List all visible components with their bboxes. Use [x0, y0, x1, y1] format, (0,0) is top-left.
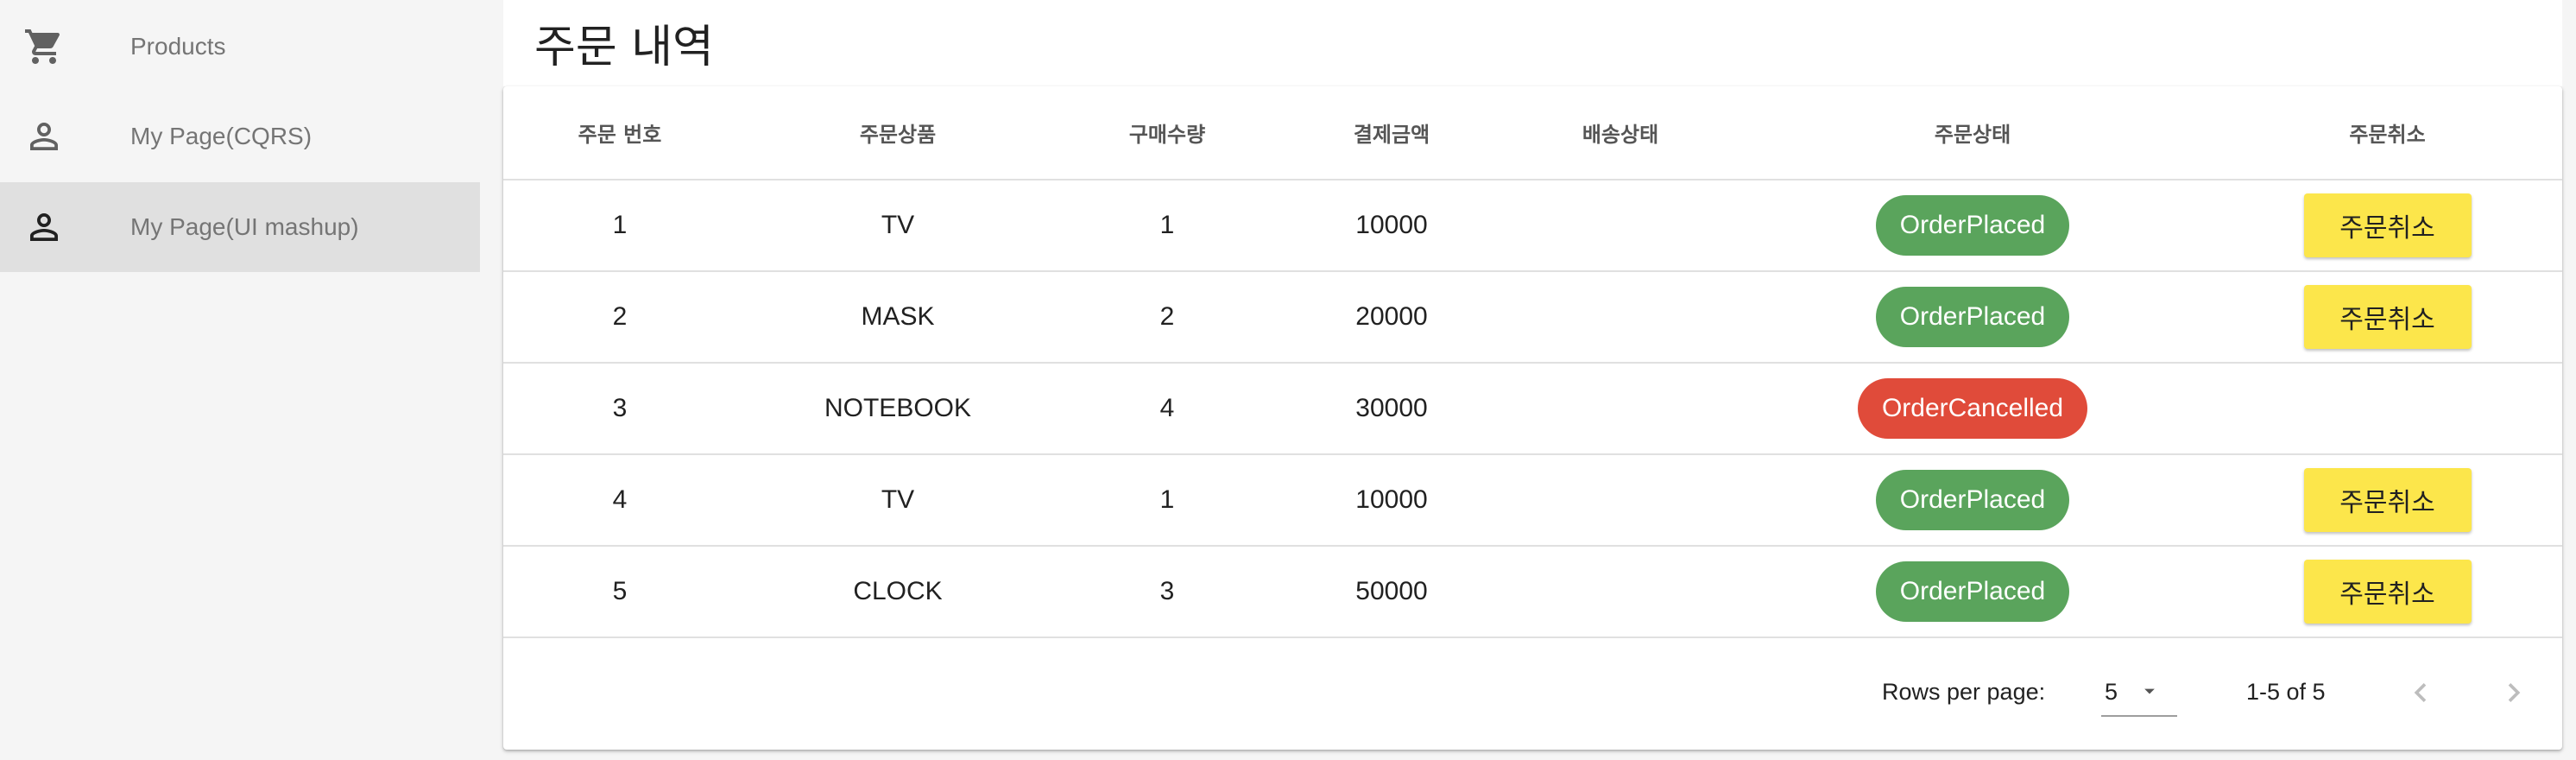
cell-product: TV — [736, 180, 1059, 272]
cell-delivery-status — [1508, 363, 1733, 455]
cell-amount: 10000 — [1275, 180, 1508, 272]
sidebar-item-products[interactable]: Products — [0, 2, 480, 92]
orders-table-card: 주문 번호 주문상품 구매수량 결제금액 배송상태 주문상태 주문취소 1 TV… — [503, 86, 2562, 750]
status-badge: OrderCancelled — [1857, 378, 2088, 439]
table-row: 5 CLOCK 3 50000 OrderPlaced 주문취소 — [503, 546, 2562, 638]
rows-per-page-label: Rows per page: — [1882, 679, 2046, 705]
person-icon — [23, 116, 65, 157]
header-order-status[interactable]: 주문상태 — [1733, 86, 2213, 180]
cell-amount: 20000 — [1275, 271, 1508, 364]
cell-amount: 50000 — [1275, 546, 1508, 638]
dropdown-arrow-icon — [2144, 688, 2155, 694]
cancel-order-button[interactable]: 주문취소 — [2303, 560, 2472, 624]
table-pagination: Rows per page: 5 1-5 of 5 — [503, 636, 2562, 750]
table-row: 1 TV 1 10000 OrderPlaced 주문취소 — [503, 180, 2562, 272]
header-product[interactable]: 주문상품 — [736, 86, 1059, 180]
app-root: Products My Page(CQRS) My Page(UI mashup… — [0, 0, 2576, 760]
cancel-order-button[interactable]: 주문취소 — [2303, 468, 2472, 532]
cell-product: TV — [736, 454, 1059, 547]
cell-order-number: 1 — [503, 180, 736, 272]
table-row: 3 NOTEBOOK 4 30000 OrderCancelled — [503, 363, 2562, 455]
cancel-order-button[interactable]: 주문취소 — [2303, 285, 2472, 349]
cell-order-number: 5 — [503, 546, 736, 638]
header-delivery-status[interactable]: 배송상태 — [1508, 86, 1733, 180]
cell-quantity: 4 — [1059, 363, 1275, 455]
table-row: 2 MASK 2 20000 OrderPlaced 주문취소 — [503, 271, 2562, 364]
rows-per-page-select[interactable]: 5 — [2101, 667, 2177, 717]
cell-order-status: OrderPlaced — [1733, 180, 2213, 272]
cancel-order-button[interactable]: 주문취소 — [2303, 193, 2472, 257]
cell-cancel: 주문취소 — [2213, 271, 2562, 364]
cell-order-status: OrderPlaced — [1733, 454, 2213, 547]
cart-icon — [23, 26, 65, 67]
cell-order-status: OrderPlaced — [1733, 271, 2213, 364]
pagination-range: 1-5 of 5 — [2246, 679, 2326, 705]
status-badge: OrderPlaced — [1875, 195, 2070, 256]
sidebar: Products My Page(CQRS) My Page(UI mashup… — [0, 0, 480, 760]
sidebar-item-label: Products — [130, 33, 226, 60]
sidebar-item-my-page-ui-mashup[interactable]: My Page(UI mashup) — [0, 182, 480, 272]
status-badge: OrderPlaced — [1875, 287, 2070, 347]
table-header-row: 주문 번호 주문상품 구매수량 결제금액 배송상태 주문상태 주문취소 — [503, 86, 2562, 180]
cell-order-number: 3 — [503, 363, 736, 455]
chevron-right-icon — [2508, 683, 2521, 702]
cell-cancel: 주문취소 — [2213, 546, 2562, 638]
sidebar-item-label: My Page(CQRS) — [130, 123, 313, 149]
cell-cancel: 주문취소 — [2213, 180, 2562, 272]
header-cancel[interactable]: 주문취소 — [2213, 86, 2562, 180]
cell-quantity: 1 — [1059, 180, 1275, 272]
cell-delivery-status — [1508, 546, 1733, 638]
person-icon — [23, 206, 65, 248]
page-header: 주문 내역 — [503, 0, 2562, 86]
cell-quantity: 3 — [1059, 546, 1275, 638]
sidebar-item-label: My Page(UI mashup) — [130, 213, 359, 240]
cell-order-number: 2 — [503, 271, 736, 364]
cell-cancel — [2213, 363, 2562, 455]
cell-product: NOTEBOOK — [736, 363, 1059, 455]
cell-order-number: 4 — [503, 454, 736, 547]
cell-amount: 10000 — [1275, 454, 1508, 547]
cell-amount: 30000 — [1275, 363, 1508, 455]
cell-order-status: OrderCancelled — [1733, 363, 2213, 455]
chevron-left-icon — [2414, 683, 2427, 702]
page-title: 주문 내역 — [534, 22, 714, 73]
cell-delivery-status — [1508, 180, 1733, 272]
cell-quantity: 1 — [1059, 454, 1275, 547]
status-badge: OrderPlaced — [1875, 561, 2070, 622]
cell-delivery-status — [1508, 271, 1733, 364]
header-amount[interactable]: 결제금액 — [1275, 86, 1508, 180]
sidebar-item-my-page-cqrs[interactable]: My Page(CQRS) — [0, 92, 480, 181]
cell-cancel: 주문취소 — [2213, 454, 2562, 547]
previous-page-button[interactable] — [2393, 665, 2448, 720]
cell-delivery-status — [1508, 454, 1733, 547]
header-quantity[interactable]: 구매수량 — [1059, 86, 1275, 180]
cell-order-status: OrderPlaced — [1733, 546, 2213, 638]
cell-product: CLOCK — [736, 546, 1059, 638]
rows-per-page-value: 5 — [2105, 679, 2118, 705]
cell-quantity: 2 — [1059, 271, 1275, 364]
next-page-button[interactable] — [2486, 665, 2541, 720]
header-order-number[interactable]: 주문 번호 — [503, 86, 736, 180]
cell-product: MASK — [736, 271, 1059, 364]
table-row: 4 TV 1 10000 OrderPlaced 주문취소 — [503, 454, 2562, 547]
orders-table: 주문 번호 주문상품 구매수량 결제금액 배송상태 주문상태 주문취소 1 TV… — [503, 86, 2562, 638]
status-badge: OrderPlaced — [1875, 470, 2070, 530]
